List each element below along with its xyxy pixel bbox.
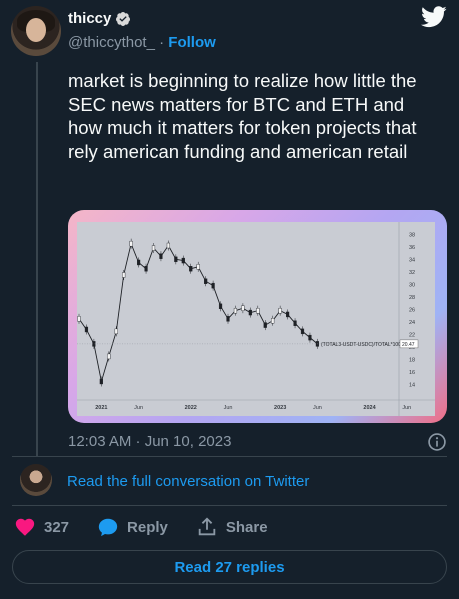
candle-body [293,320,297,326]
candle-body [174,256,178,263]
y-tick-label: 28 [409,295,415,301]
x-tick-label: 2023 [274,405,286,411]
x-tick-label: Jun [224,405,233,411]
candle-body [271,318,275,324]
heart-icon [15,518,35,536]
candle-body [129,240,133,247]
candle-body [114,328,118,335]
x-tick-label: 2021 [95,405,107,411]
action-bar: 327 Reply Share [14,516,296,538]
candle-body [144,266,148,272]
candle-body [248,309,252,316]
y-tick-label: 34 [409,257,415,263]
candle-body [196,264,200,270]
like-button[interactable]: 327 [14,516,69,538]
candle-body [241,305,245,311]
share-button[interactable]: Share [196,516,268,538]
conversation-avatar[interactable] [20,464,52,496]
candle-body [218,303,223,310]
candle-body [107,353,111,360]
y-tick-label: 36 [409,245,415,251]
y-tick-label: 14 [409,383,415,389]
avatar[interactable] [11,6,61,56]
divider [12,505,447,506]
last-value-label: 20.47 [402,342,415,348]
y-tick-label: 24 [409,320,415,326]
candle-body [122,272,126,278]
reply-label: Reply [127,518,168,536]
separator: · [159,34,165,51]
candle-body [233,307,238,314]
x-tick-label: Jun [402,405,411,411]
x-tick-label: Jun [134,405,143,411]
info-icon[interactable] [427,432,447,452]
tweet-image[interactable]: 383634323028262422201816142021Jun2022Jun… [68,210,447,423]
candle-body [189,266,193,272]
candle-body [263,322,267,328]
read-replies-button[interactable]: Read 27 replies [12,550,447,584]
candle-body [204,278,208,284]
series-label: (TOTAL3-USDT-USDC)/TOTAL*100 [321,342,401,348]
candle-body [278,307,282,314]
x-tick-label: Jun [313,405,322,411]
y-tick-label: 22 [409,332,415,338]
candle-body [308,334,312,341]
read-conversation-link[interactable]: Read the full conversation on Twitter [67,473,309,490]
twitter-bird-icon[interactable] [421,6,447,28]
y-tick-label: 16 [409,370,415,376]
y-tick-label: 32 [409,270,415,276]
y-tick-label: 26 [409,307,415,313]
candle-body [151,245,156,251]
reply-bubble-icon [98,518,118,537]
candle-body [181,257,185,264]
display-name[interactable]: thiccy [68,10,131,27]
tweet-card: thiccy @thiccythot_ · Follow market is b… [0,0,459,599]
share-icon [198,517,216,536]
reply-button[interactable]: Reply [97,516,168,538]
x-tick-label: 2022 [185,405,197,411]
candle-body [226,316,230,322]
chart: 383634323028262422201816142021Jun2022Jun… [77,222,435,416]
verified-icon [116,11,131,26]
timestamp[interactable]: 12:03 AM · Jun 10, 2023 [68,433,231,450]
thread-line [36,62,38,456]
candle-body [256,307,260,314]
candle-body [211,282,215,289]
candle-body [77,316,81,322]
candle-body [300,328,305,335]
y-tick-label: 18 [409,358,415,364]
candle-body [137,259,141,266]
candle-body [84,326,89,333]
candle-body [285,311,290,318]
display-name-text[interactable]: thiccy [68,10,111,27]
like-count: 327 [44,518,70,536]
y-tick-label: 30 [409,282,415,288]
x-tick-label: 2024 [363,405,376,411]
y-tick-label: 38 [409,232,415,238]
handle-row: @thiccythot_ · Follow [68,34,216,51]
divider [12,456,447,457]
candle-body [99,378,103,385]
share-label: Share [225,518,268,536]
tweet-text: market is beginning to realize how littl… [68,70,417,162]
candle-body [166,242,170,249]
handle[interactable]: @thiccythot_ [68,34,155,51]
follow-button[interactable]: Follow [168,34,216,51]
candle-body [159,253,163,259]
